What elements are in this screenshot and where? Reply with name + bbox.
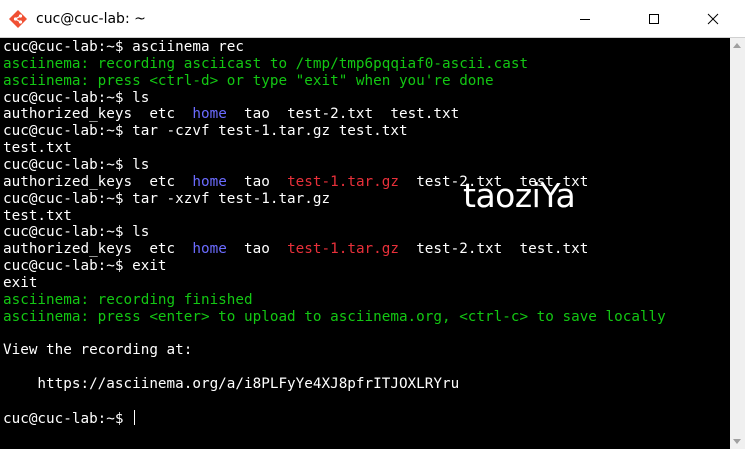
terminal-line: View the recording at: <box>3 342 192 359</box>
terminal-line: cuc@cuc-lab:~$ ls <box>3 90 149 107</box>
terminal-text-segment: cuc@cuc-lab:~$ ls <box>3 156 150 173</box>
terminal-text-segment: home <box>192 173 227 190</box>
scroll-up-icon[interactable] <box>733 43 741 48</box>
terminal-line: cuc@cuc-lab:~$ ls <box>3 157 149 174</box>
terminal-text-segment: test-1.tar.gz <box>287 241 399 258</box>
terminal-line: exit <box>3 275 37 292</box>
terminal-text-segment: cuc@cuc-lab:~$ exit <box>3 258 167 275</box>
terminal-text-segment: test-1.tar.gz <box>287 173 399 190</box>
terminal-text-segment: cuc@cuc-lab:~$ ls <box>3 89 150 106</box>
terminal-line: cuc@cuc-lab:~$ exit <box>3 258 167 275</box>
terminal-line: authorized_keys etc home tao test-2.txt … <box>3 106 459 123</box>
terminal-text-segment: tao test-2.txt test.txt <box>226 106 460 123</box>
terminal-text-segment: tao <box>226 241 288 258</box>
terminal-line: cuc@cuc-lab:~$ asciinema rec <box>3 39 244 56</box>
terminal-window: cuc@cuc-lab: ~ cuc@cuc-lab:~$ asciinema … <box>0 0 745 449</box>
minimize-button[interactable] <box>562 0 608 37</box>
maximize-icon <box>649 13 659 24</box>
terminal-line: asciinema: recording asciicast to /tmp/t… <box>3 56 528 73</box>
scroll-down-icon[interactable] <box>733 439 741 444</box>
terminal-line: test.txt <box>3 140 72 157</box>
terminal-text-segment: asciinema: recording finished <box>3 291 253 308</box>
terminal-line: cuc@cuc-lab:~$ tar -xzvf test-1.tar.gz <box>3 191 330 208</box>
vertical-scrollbar[interactable] <box>730 38 745 449</box>
text-cursor <box>134 409 136 425</box>
git-diamond-icon <box>9 10 27 28</box>
terminal-text-segment: tao <box>226 173 288 190</box>
terminal-text-segment: exit <box>3 274 38 291</box>
terminal-line: authorized_keys etc home tao test-1.tar.… <box>3 241 588 258</box>
terminal-line: asciinema: press <ctrl-d> or type "exit"… <box>3 73 494 90</box>
terminal-text-segment: https://asciinema.org/a/i8PLFyYe4XJ8pfrI… <box>3 376 460 392</box>
close-icon <box>707 13 719 24</box>
terminal-text-segment: cuc@cuc-lab:~$ ls <box>3 224 150 241</box>
minimize-icon <box>580 18 590 20</box>
terminal-text-segment: authorized_keys etc <box>3 173 193 190</box>
terminal-text-segment: home <box>192 106 227 123</box>
title-bar[interactable]: cuc@cuc-lab: ~ <box>0 0 745 38</box>
watermark-text: taoziYa <box>463 176 576 215</box>
terminal-text-segment: asciinema: press <enter> to upload to as… <box>3 308 666 325</box>
terminal-line: cuc@cuc-lab:~$ tar -czvf test-1.tar.gz t… <box>3 123 408 140</box>
terminal-text-segment: test-2.txt test.txt <box>398 241 589 258</box>
terminal-line: asciinema: recording finished <box>3 292 253 309</box>
terminal-line: https://asciinema.org/a/i8PLFyYe4XJ8pfrI… <box>3 376 459 393</box>
terminal-text-segment: asciinema: recording asciicast to /tmp/t… <box>3 55 529 72</box>
terminal-text-segment: cuc@cuc-lab:~$ <box>3 410 133 427</box>
terminal-text-segment: cuc@cuc-lab:~$ tar -xzvf test-1.tar.gz <box>3 190 331 207</box>
terminal-text-segment: authorized_keys etc <box>3 106 193 123</box>
terminal-line: test.txt <box>3 208 72 225</box>
window-title: cuc@cuc-lab: ~ <box>36 11 146 27</box>
terminal-text-segment: asciinema: press <ctrl-d> or type "exit"… <box>3 72 494 89</box>
terminal-line: cuc@cuc-lab:~$ <box>3 409 136 427</box>
terminal-text-segment: authorized_keys etc <box>3 241 193 258</box>
terminal-text-segment: home <box>192 241 227 258</box>
terminal-line: cuc@cuc-lab:~$ ls <box>3 224 149 241</box>
maximize-button[interactable] <box>631 0 677 37</box>
terminal-text-segment: test.txt <box>3 207 72 224</box>
terminal-text-segment: cuc@cuc-lab:~$ tar -czvf test-1.tar.gz t… <box>3 123 408 140</box>
terminal-line: asciinema: press <enter> to upload to as… <box>3 309 666 326</box>
terminal-output[interactable]: cuc@cuc-lab:~$ asciinema rec asciinema: r… <box>0 38 730 449</box>
close-button[interactable] <box>690 0 736 37</box>
terminal-text-segment: test.txt <box>3 140 72 157</box>
terminal-text-segment: View the recording at: <box>3 342 193 359</box>
terminal-text-segment: cuc@cuc-lab:~$ asciinema rec <box>3 39 245 55</box>
